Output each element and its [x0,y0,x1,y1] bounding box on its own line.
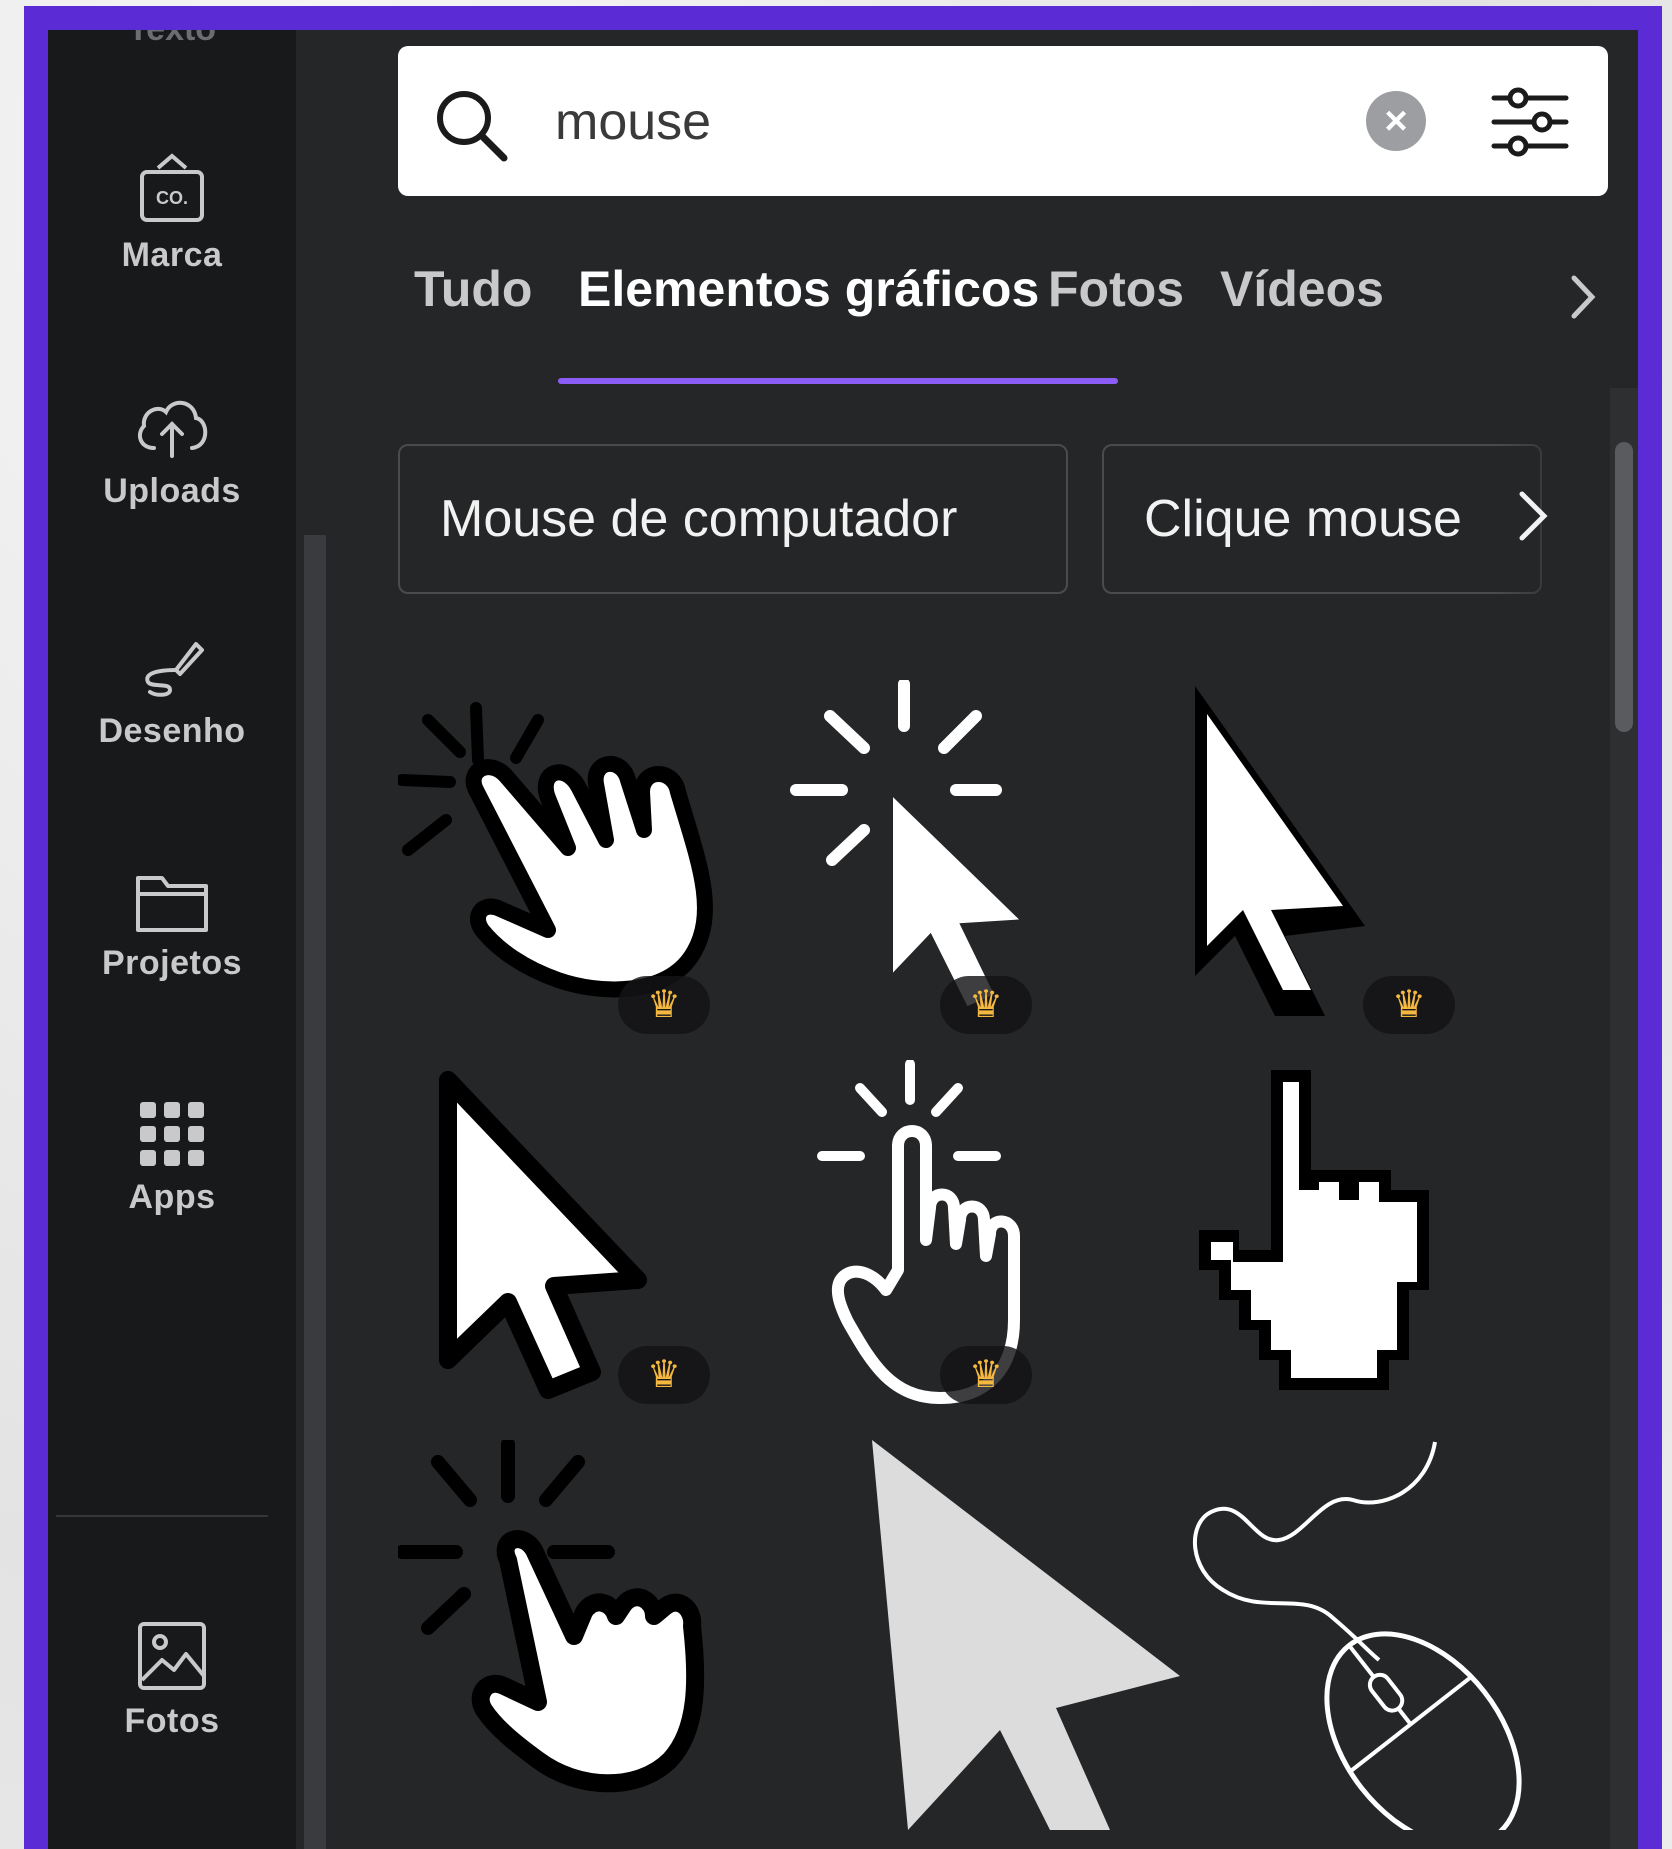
suggestion-chip[interactable]: Clique mouse [1102,444,1542,594]
draw-icon [145,642,204,697]
suggestion-chip[interactable]: Mouse de computador [398,444,1068,594]
sidebar-item-photos[interactable]: Fotos [48,1620,296,1741]
search-bar: × [398,46,1608,196]
result-item[interactable] [1183,1060,1573,1450]
result-item[interactable] [395,1437,788,1830]
sidebar-item-projects[interactable]: Projetos [48,870,296,983]
sidebar-item-label: Marca [121,236,223,274]
gray-arrow-icon [872,1440,1180,1830]
premium-crown-icon: ♛ [1363,976,1455,1034]
brand-kit-icon: CO. [140,153,204,222]
computer-mouse-icon [1192,1441,1522,1849]
sidebar-item-label: Projetos [101,944,243,982]
sidebar-scrollbar[interactable] [304,535,326,1849]
arrow-cursor-icon [439,1071,647,1399]
chevron-right-icon[interactable] [1568,272,1598,322]
sidebar-item-draw[interactable]: Desenho [48,630,296,751]
apps-grid-icon [140,1102,204,1166]
tab-photos[interactable]: Fotos [1048,260,1184,318]
sidebar-item-label: Uploads [103,472,241,510]
result-item[interactable]: ♛ [398,1060,788,1450]
cloud-upload-icon [137,401,208,458]
result-item[interactable]: ♛ [1183,680,1573,1070]
filter-sliders-icon[interactable] [1490,86,1570,158]
premium-crown-icon: ♛ [940,1346,1032,1404]
sidebar-item-label: Desenho [98,712,246,750]
result-item[interactable]: ♛ [790,678,1180,1070]
search-icon [437,91,508,162]
result-item[interactable] [1183,1440,1573,1849]
sidebar-item-uploads[interactable]: Uploads [48,390,296,511]
tab-all[interactable]: Tudo [414,260,532,318]
result-item[interactable] [790,1440,1180,1830]
hand-tap-icon [395,1437,705,1793]
premium-crown-icon: ♛ [940,976,1032,1034]
brand-badge: CO. [156,188,188,208]
folder-icon [136,876,208,932]
result-item[interactable]: ♛ [396,680,788,1070]
premium-crown-icon: ♛ [618,976,710,1034]
tabs-fade [1408,250,1638,330]
sidebar-item-label-cut: Texto [48,30,296,49]
sidebar: Texto CO. Marca Uploads Desenho [48,30,296,1849]
sidebar-item-label: Fotos [124,1702,220,1740]
results-scrollbar-thumb[interactable] [1615,442,1633,732]
sidebar-item-apps[interactable]: Apps [48,1100,296,1217]
active-tab-indicator [558,378,1118,384]
photos-icon [138,1622,206,1690]
sidebar-item-label: Apps [128,1178,216,1216]
pixel-hand-icon [1199,1070,1429,1390]
tab-graphics[interactable]: Elementos gráficos [578,260,1039,318]
clear-icon[interactable]: × [1366,91,1426,151]
sidebar-item-brand[interactable]: CO. Marca [48,150,296,275]
tab-videos[interactable]: Vídeos [1220,260,1384,318]
chevron-right-icon[interactable] [1516,488,1550,544]
hand-click-icon [396,702,713,998]
premium-crown-icon: ♛ [618,1346,710,1404]
search-input[interactable] [553,76,1377,168]
sidebar-divider [56,1515,268,1517]
editor-panel: Texto CO. Marca Uploads Desenho [48,30,1638,1849]
result-item[interactable]: ♛ [790,1059,1180,1450]
